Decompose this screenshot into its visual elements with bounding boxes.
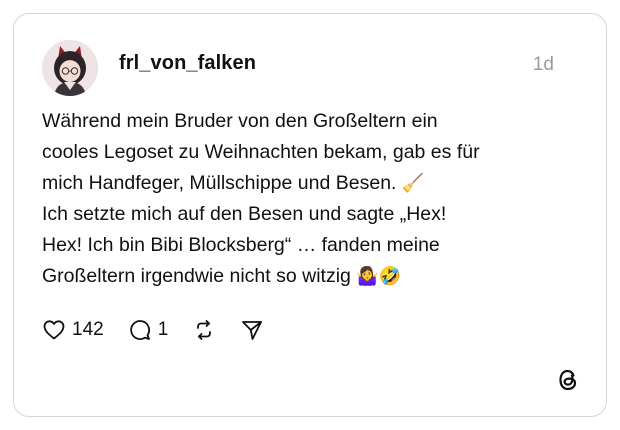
shrug-laugh-emoji: 🤷‍♀️🤣 (356, 266, 402, 287)
repost-button[interactable] (192, 318, 216, 342)
post-line-4: Ich setzte mich auf den Besen und sagte … (42, 199, 582, 230)
post-line-5: Hex! Ich bin Bibi Blocksberg“ … fanden m… (42, 230, 582, 261)
comment-icon (129, 320, 150, 340)
post-body: Während mein Bruder von den Großeltern e… (42, 106, 582, 292)
post-actions: 142 1 (42, 316, 288, 344)
post-line-6-text: Großeltern irgendwie nicht so witzig (42, 265, 351, 287)
post-line-1: Während mein Bruder von den Großeltern e… (42, 106, 582, 137)
post-line-3-text: mich Handfeger, Müllschippe und Besen. (42, 172, 397, 194)
username[interactable]: frl_von_falken (119, 52, 256, 75)
heart-icon (43, 320, 65, 340)
post-card: frl_von_falken 1d Während mein Bruder vo… (13, 13, 607, 417)
post-line-6: Großeltern irgendwie nicht so witzig 🤷‍♀… (42, 261, 582, 292)
like-count: 142 (72, 319, 104, 340)
repost-icon (197, 320, 212, 340)
post-line-4-text: Ich setzte mich auf den Besen und sagte … (42, 203, 447, 225)
avatar[interactable] (42, 40, 98, 96)
post-timestamp: 1d (532, 54, 554, 75)
share-button[interactable] (240, 318, 264, 342)
post-line-5-text: Hex! Ich bin Bibi Blocksberg“ … fanden m… (42, 234, 440, 256)
avatar-image (42, 40, 98, 96)
reply-count: 1 (157, 319, 169, 340)
send-icon (242, 321, 263, 340)
reply-button[interactable]: 1 (128, 318, 169, 342)
post-line-1-text: Während mein Bruder von den Großeltern e… (42, 110, 438, 132)
like-button[interactable]: 142 (42, 318, 104, 342)
post-line-2-text: cooles Legoset zu Weihnachten bekam, gab… (42, 141, 480, 163)
post-line-3: mich Handfeger, Müllschippe und Besen. 🧹 (42, 168, 582, 199)
threads-logo-icon (554, 366, 582, 394)
post-line-2: cooles Legoset zu Weihnachten bekam, gab… (42, 137, 582, 168)
broom-emoji: 🧹 (401, 173, 425, 194)
